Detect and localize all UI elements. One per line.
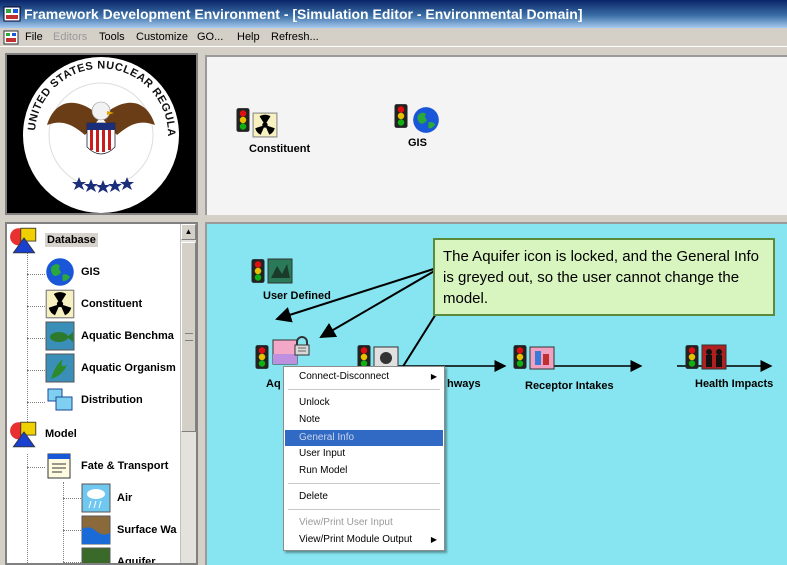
scroll-up-arrow-icon[interactable]: ▲ [181,224,196,240]
menu-item-view-print-user-input: View/Print User Input [299,517,393,528]
globe-icon[interactable] [412,106,440,134]
receptor-intakes-icon[interactable] [529,346,555,370]
document-icon [47,453,71,479]
traffic-light-icon [234,107,252,133]
category-icon [9,225,39,255]
aquifer-node-label: Aq [266,378,281,390]
menu-bar: File Editors Tools Customize GO... Help … [0,28,787,47]
menu-item-note[interactable]: Note [285,412,443,428]
nrc-seal-logo: UNITED STATES NUCLEAR REGULATORY COMMISS… [2,46,179,213]
menu-item-unlock[interactable]: Unlock [285,395,443,411]
traffic-light-icon [511,344,529,370]
menu-help[interactable]: Help [237,31,260,43]
user-defined-node-label: User Defined [263,290,331,302]
document-menu-icon[interactable] [3,30,19,45]
tree-item-database[interactable]: Database [9,226,98,254]
tree-item-aquatic-benchmark[interactable]: Aquatic Benchma [45,321,174,351]
surface-water-icon [81,515,111,545]
air-icon [81,483,111,513]
tree-item-fate-transport[interactable]: Fate & Transport [45,452,168,480]
tree-item-surface-water[interactable]: Surface Wa [81,515,177,545]
menu-item-connect-disconnect[interactable]: Connect-Disconnect ▶ [285,369,443,385]
menu-go[interactable]: GO... [197,31,223,43]
constituent-icon [45,289,75,319]
tree-scrollbar[interactable]: ▲ [180,224,196,563]
annotation-callout: The Aquifer icon is locked, and the Gene… [433,238,775,316]
context-menu: Connect-Disconnect ▶ Unlock Note General … [283,366,445,551]
traffic-light-icon [249,258,267,284]
menu-refresh[interactable]: Refresh... [271,31,319,43]
fish-icon [45,321,75,351]
menu-item-delete[interactable]: Delete [285,489,443,505]
constituent-icon[interactable] [252,112,278,138]
window-title: Framework Development Environment - [Sim… [24,6,583,22]
menu-editors: Editors [53,31,88,43]
menu-file[interactable]: File [25,31,43,43]
menu-tools[interactable]: Tools [99,31,125,43]
distribution-icon [47,388,73,411]
pathways-node-label: hways [447,378,481,390]
scroll-thumb[interactable] [181,242,196,432]
gis-node-label: GIS [408,137,427,149]
menu-item-user-input[interactable]: User Input [285,446,443,462]
tree-item-gis[interactable]: GIS [45,258,100,286]
module-tree: Database GIS Constituent Aquatic Benchma… [5,222,198,565]
menu-customize[interactable]: Customize [136,31,188,43]
menu-item-general-info[interactable]: General Info [285,430,443,446]
category-icon [9,419,39,449]
plant-icon [45,353,75,383]
tree-item-aquatic-organism[interactable]: Aquatic Organism [45,353,176,383]
constituent-node-label: Constituent [249,143,311,155]
nrc-seal-panel: UNITED STATES NUCLEAR REGULATORY COMMISS… [2,46,198,215]
title-bar: Framework Development Environment - [Sim… [0,0,787,28]
menu-item-view-print-module-output[interactable]: View/Print Module Output ▶ [285,532,443,548]
traffic-light-icon [683,344,701,370]
app-icon[interactable] [3,5,21,23]
receptor-intakes-node-label: Receptor Intakes [525,380,614,392]
top-module-canvas: Constituent GIS [205,55,787,215]
menu-item-run-model[interactable]: Run Model [285,463,443,479]
traffic-light-icon [253,344,271,370]
user-defined-icon[interactable] [267,258,293,284]
traffic-light-icon [392,103,410,129]
aquifer-icon [81,547,111,563]
tree-item-model[interactable]: Model [9,420,77,448]
tree-item-distribution[interactable]: Distribution [45,386,143,414]
tree-item-constituent[interactable]: Constituent [45,290,142,318]
submenu-arrow-icon: ▶ [430,372,437,381]
health-impacts-icon[interactable] [701,344,727,370]
globe-icon [45,257,75,287]
submenu-arrow-icon: ▶ [430,535,437,544]
lock-icon [294,336,310,356]
tree-item-aquifer[interactable]: Aquifer [81,547,156,563]
tree-item-air[interactable]: Air [81,483,132,513]
health-impacts-node-label: Health Impacts [695,378,774,390]
